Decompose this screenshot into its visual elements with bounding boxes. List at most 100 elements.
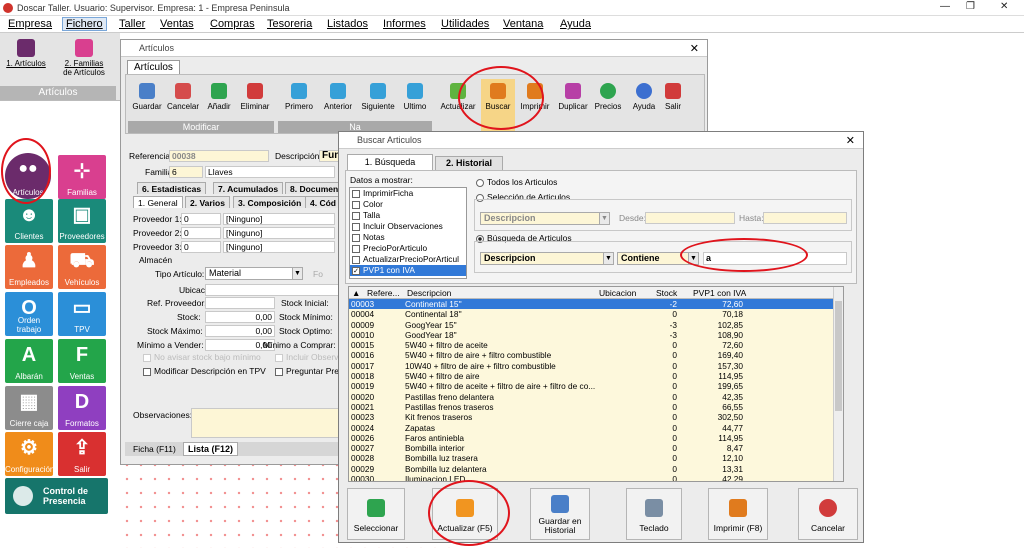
checkbox[interactable] bbox=[352, 233, 360, 242]
table-row[interactable]: 00020 Pastillas freno delantera 0 42,35 bbox=[349, 392, 843, 402]
minimize-button[interactable]: — bbox=[940, 1, 950, 12]
guardar-historial-button[interactable]: Guardar en Historial bbox=[530, 488, 590, 540]
menu-taller[interactable]: Taller bbox=[119, 18, 145, 30]
table-row[interactable]: 00010 GoodYear 18'' -3 108,90 bbox=[349, 330, 843, 340]
anadir-button[interactable]: Añadir bbox=[204, 83, 234, 111]
tile-salir[interactable]: ⇪ Salir bbox=[58, 432, 106, 476]
no-avisar-checkbox[interactable]: No avisar stock bajo mínimo bbox=[143, 352, 261, 362]
proveedor1-field[interactable]: 0 bbox=[181, 213, 221, 225]
tab-busqueda[interactable]: 1. Búsqueda bbox=[347, 154, 433, 170]
desde-field[interactable] bbox=[645, 212, 735, 224]
table-row[interactable]: 00027 Bombilla interior 0 8,47 bbox=[349, 443, 843, 453]
col-stock[interactable]: Stock bbox=[656, 288, 677, 298]
seleccion-campo-select[interactable]: Descripcion ▼ bbox=[480, 212, 610, 225]
tile-familias[interactable]: ⊹ Familias bbox=[58, 155, 106, 199]
eliminar-button[interactable]: Eliminar bbox=[238, 83, 272, 111]
datos-list[interactable]: ImprimirFicha Color Talla Incluir Observaci… bbox=[349, 187, 467, 279]
menu-ventas[interactable]: Ventas bbox=[160, 18, 194, 30]
tab-composicion[interactable]: 3. Composición bbox=[233, 196, 307, 208]
col-ubicacion[interactable]: Ubicacion bbox=[599, 288, 636, 298]
seleccionar-button[interactable]: Seleccionar bbox=[347, 488, 405, 540]
menu-compras[interactable]: Compras bbox=[210, 18, 255, 30]
table-row[interactable]: 00009 GoogYear 15'' -3 102,85 bbox=[349, 320, 843, 330]
menu-ayuda[interactable]: Ayuda bbox=[560, 18, 591, 30]
table-row[interactable]: 00004 Continental 18'' 0 70,18 bbox=[349, 309, 843, 319]
precios-button[interactable]: Precios bbox=[592, 83, 624, 111]
siguiente-button[interactable]: Siguiente bbox=[358, 83, 398, 111]
checkbox[interactable] bbox=[352, 222, 360, 231]
table-row[interactable]: 00017 10W40 + filtro de aire + filtro com… bbox=[349, 361, 843, 371]
tab-estadisticas[interactable]: 6. Estadisticas bbox=[137, 182, 207, 194]
checkbox[interactable] bbox=[352, 200, 360, 209]
datos-item[interactable]: Talla bbox=[350, 210, 466, 221]
referencia-field[interactable]: 00038 bbox=[169, 150, 269, 162]
stock-max-field[interactable]: 0,00 bbox=[205, 325, 275, 337]
tile-clientes[interactable]: ☻ Clientes bbox=[5, 199, 53, 243]
proveedor3-field[interactable]: 0 bbox=[181, 241, 221, 253]
checkbox[interactable] bbox=[352, 244, 360, 253]
datos-item[interactable]: ImprimirFicha bbox=[350, 188, 466, 199]
close-icon[interactable]: ✕ bbox=[846, 134, 855, 147]
menu-tesoreria[interactable]: Tesoreria bbox=[267, 18, 312, 30]
tab-ficha[interactable]: Ficha (F11) bbox=[133, 444, 176, 454]
tab-documentos[interactable]: 8. Documen bbox=[285, 182, 344, 194]
table-row[interactable]: 00018 5W40 + filtro de aire 0 114,95 bbox=[349, 371, 843, 381]
articulos-ribbon-button[interactable]: 1. Artículos bbox=[6, 39, 46, 68]
teclado-button[interactable]: Teclado bbox=[626, 488, 682, 540]
table-row[interactable]: 00016 5W40 + filtro de aire + filtro comb… bbox=[349, 350, 843, 360]
scrollbar-thumb[interactable] bbox=[835, 301, 842, 411]
ubicacion-field[interactable] bbox=[205, 284, 345, 296]
tile-configuracion[interactable]: ⚙ Configuración bbox=[5, 432, 54, 476]
checkbox[interactable] bbox=[352, 211, 360, 220]
familia-field[interactable]: 6 bbox=[169, 166, 203, 178]
datos-item[interactable]: Incluir Observaciones bbox=[350, 221, 466, 232]
tile-ventas[interactable]: F Ventas bbox=[58, 339, 106, 383]
familias-ribbon-button[interactable]: 2. Familias de Artículos bbox=[58, 39, 110, 77]
table-row[interactable]: 00030 Iluminacion LED 0 42,29 bbox=[349, 474, 843, 481]
hasta-field[interactable] bbox=[763, 212, 847, 224]
busqueda-campo-select[interactable]: Descripcion ▼ bbox=[480, 252, 614, 265]
tab-lista[interactable]: Lista (F12) bbox=[183, 442, 239, 456]
restore-button[interactable]: ❐ bbox=[966, 1, 975, 12]
stock-field[interactable]: 0,00 bbox=[205, 311, 275, 323]
observaciones-field[interactable] bbox=[191, 408, 341, 438]
tile-tpv[interactable]: ▭ TPV bbox=[58, 292, 106, 336]
tile-vehiculos[interactable]: ⛟ Vehículos bbox=[58, 245, 106, 289]
imprimir-f8-button[interactable]: Imprimir (F8) bbox=[708, 488, 768, 540]
anterior-button[interactable]: Anterior bbox=[320, 83, 356, 111]
menu-utilidades[interactable]: Utilidades bbox=[441, 18, 489, 30]
menu-listados[interactable]: Listados bbox=[327, 18, 368, 30]
proveedor2-field[interactable]: 0 bbox=[181, 227, 221, 239]
incluir-obs-checkbox[interactable]: Incluir Observ bbox=[275, 352, 338, 362]
ayuda-button[interactable]: Ayuda bbox=[630, 83, 658, 111]
datos-item[interactable]: PrecioPorArticulo bbox=[350, 243, 466, 254]
duplicar-button[interactable]: Duplicar bbox=[554, 83, 592, 111]
results-grid[interactable]: ▲ Refere... Descripcion Ubicacion Stock … bbox=[348, 286, 844, 482]
tab-articulos[interactable]: Artículos bbox=[127, 60, 180, 74]
datos-item[interactable]: ActualizarPrecioPorArticul bbox=[350, 254, 466, 265]
table-row[interactable]: 00024 Zapatas 0 44,77 bbox=[349, 423, 843, 433]
menu-ventana[interactable]: Ventana bbox=[503, 18, 543, 30]
table-row[interactable]: 00021 Pastillas frenos traseros 0 66,55 bbox=[349, 402, 843, 412]
table-row[interactable]: 00003 Continental 15'' -2 72,60 bbox=[349, 299, 843, 310]
tile-formatos[interactable]: D Formatos bbox=[58, 386, 106, 430]
menu-fichero[interactable]: Fichero bbox=[62, 17, 107, 31]
datos-item[interactable]: Notas bbox=[350, 232, 466, 243]
tile-control-presencia[interactable]: Control de Presencia bbox=[5, 478, 108, 514]
grid-scrollbar[interactable] bbox=[833, 287, 843, 481]
salir-button[interactable]: Salir bbox=[660, 83, 686, 111]
table-row[interactable]: 00019 5W40 + filtro de aceite + filtro de… bbox=[349, 381, 843, 391]
col-descripcion[interactable]: Descripcion bbox=[407, 288, 451, 298]
tile-proveedores[interactable]: ▣ Proveedores bbox=[58, 199, 106, 243]
tab-general[interactable]: 1. General bbox=[133, 196, 183, 208]
tile-albaran[interactable]: A Albarán bbox=[5, 339, 53, 383]
datos-item[interactable]: Color bbox=[350, 199, 466, 210]
checkbox[interactable]: ✓ bbox=[352, 266, 360, 275]
datos-item[interactable]: ✓ PVP1 con IVA bbox=[350, 265, 466, 276]
tile-orden-trabajo[interactable]: O Orden trabajo bbox=[5, 292, 53, 336]
menu-empresa[interactable]: Empresa bbox=[8, 18, 52, 30]
col-pvp[interactable]: PVP1 con IVA bbox=[693, 288, 746, 298]
tile-empleados[interactable]: ♟ Empleados bbox=[5, 245, 53, 289]
guardar-button[interactable]: Guardar bbox=[132, 83, 162, 111]
close-icon[interactable]: ✕ bbox=[690, 42, 699, 55]
